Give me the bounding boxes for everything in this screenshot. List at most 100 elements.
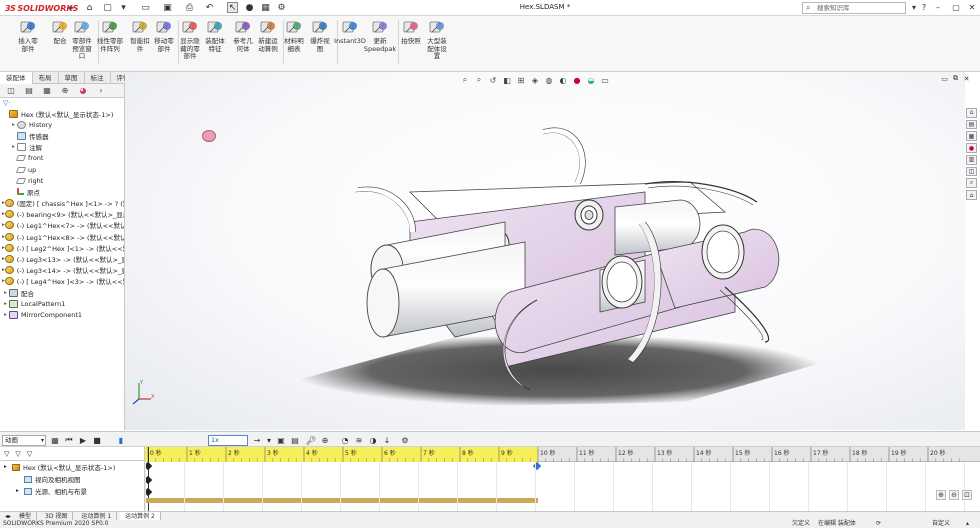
status-expand-icon[interactable]: ▴ xyxy=(966,520,969,528)
large-assembly-button[interactable]: 大型装 配体设 置 xyxy=(421,18,453,61)
study-type-select[interactable]: 动画 ▾ xyxy=(2,435,46,446)
tree-item[interactable]: ▸ (-) Leg1^Hex<8> -> (默认<<默认 xyxy=(0,231,124,242)
maximize-icon[interactable]: ▢ xyxy=(950,1,962,14)
save-animation-icon[interactable]: ▣ xyxy=(276,435,286,445)
close-icon[interactable]: ✕ xyxy=(966,1,978,14)
doc-close-icon[interactable]: ✕ xyxy=(962,74,971,83)
motor-icon[interactable]: ◔ xyxy=(340,435,350,445)
filter-selected-icon[interactable]: ▽ xyxy=(27,450,32,458)
custom-properties-icon[interactable]: ▥ xyxy=(966,154,977,165)
tree-item[interactable]: ▸ LocalPattern1 xyxy=(0,298,124,309)
tree-item[interactable]: ▸ (固定) [ chassis^Hex ]<1> -> ? (默 xyxy=(0,198,124,209)
expand-arrow-icon[interactable]: ▸ xyxy=(2,301,9,307)
spring-icon[interactable]: ≋ xyxy=(354,435,364,445)
filter-animated-icon[interactable]: ▽ xyxy=(4,450,9,458)
solidworks-resources-icon[interactable]: ⌂ xyxy=(966,108,977,118)
expand-arrow-icon[interactable]: ▸ xyxy=(4,464,12,470)
tab-1[interactable]: 布局 xyxy=(33,72,59,84)
tree-item-label: (-) Leg1^Hex<7> -> (默认<<默认 xyxy=(16,222,125,231)
tab-3[interactable]: 标注 xyxy=(85,72,111,84)
zoom-in-icon[interactable]: ⊕ xyxy=(936,490,946,500)
instant3d-button[interactable]: Instant3D xyxy=(334,18,366,46)
tree-item[interactable]: ▸ (-) Leg1^Hex<7> -> (默认<<默认 xyxy=(0,220,124,231)
file-explorer-icon[interactable]: ▦ xyxy=(966,131,977,142)
dimxpert-tab-icon[interactable]: ⊕ xyxy=(58,85,72,96)
tree-item[interactable]: front xyxy=(0,153,124,164)
tree-item[interactable]: ▸ 注解 xyxy=(0,142,124,153)
status-units[interactable]: 自定义 xyxy=(932,520,950,528)
expand-arrow-icon[interactable]: ▸ xyxy=(10,144,17,150)
tree-item[interactable]: ▸ MirrorComponent1 xyxy=(0,309,124,320)
property-manager-tab-icon[interactable]: ▤ xyxy=(22,85,36,96)
minimize-icon[interactable]: – xyxy=(932,1,944,14)
panel-expand-icon[interactable]: › xyxy=(94,85,108,96)
command-label: 显示隐 藏的零 部件 xyxy=(180,37,200,60)
stop-icon[interactable]: ■ xyxy=(92,435,102,445)
playback-slider-icon[interactable]: ▮ xyxy=(116,435,126,445)
tree-item[interactable]: 传感器 xyxy=(0,130,124,141)
expand-arrow-icon[interactable]: ▸ xyxy=(2,290,9,296)
playback-loop-icon[interactable]: ▾ xyxy=(264,435,274,445)
timeline-ruler[interactable]: 0 秒 1 秒 2 秒 3 秒 4 秒 5 秒 6 秒 7 秒 8 秒 9 秒 10 秒 11 秒 12… xyxy=(145,447,980,462)
zoom-out-icon[interactable]: ⊖ xyxy=(949,490,959,500)
linear-pattern-button[interactable]: 线性零部 件阵列 xyxy=(94,18,126,53)
filter-driving-icon[interactable]: ▽ xyxy=(15,450,20,458)
tree-item-label: History xyxy=(29,120,53,129)
configuration-manager-tab-icon[interactable]: ▦ xyxy=(40,85,54,96)
help-icon[interactable]: ? xyxy=(918,1,930,14)
tree-item[interactable]: ▸ (-) [ Leg2^Hex ]<1> -> (默认<<默 xyxy=(0,242,124,253)
tree-item[interactable]: ▸ (-) Leg3<13> -> (默认<<默认>_显 xyxy=(0,253,124,264)
gravity-icon[interactable]: ↓ xyxy=(382,435,392,445)
tree-item[interactable]: Hex (默认<默认_显示状态-1>) xyxy=(0,108,124,119)
tab-nav-left-icon[interactable]: ◂▸ xyxy=(5,513,11,520)
doc-restore-icon[interactable]: ⧉ xyxy=(951,74,960,83)
graphics-area[interactable]: ⌕ ⌕ ↺ ◧ ⊞ ◈ ◍ ◐ ● ◒ ▭ Y X xyxy=(125,72,965,430)
status-rebuild-icon[interactable]: ⟳ xyxy=(876,520,881,528)
tree-item-label: front xyxy=(28,154,44,163)
tree-item[interactable]: up xyxy=(0,164,124,175)
new-motion-study-icon xyxy=(259,18,277,36)
motion-tree-item[interactable]: ▸ Hex (默认<默认_显示状态-1>) xyxy=(0,461,144,473)
motion-study-properties-icon[interactable]: ⚙ xyxy=(400,435,410,445)
design-library-icon[interactable]: ▤ xyxy=(966,119,977,130)
feature-tree-tab-icon[interactable]: ◫ xyxy=(4,85,18,96)
tree-item[interactable]: right xyxy=(0,175,124,186)
exploded-view-button[interactable]: 爆炸视 图 xyxy=(304,18,336,53)
search-pane-icon[interactable]: ⌕ xyxy=(966,178,977,189)
expand-arrow-icon[interactable]: ▸ xyxy=(10,122,17,128)
tree-item[interactable]: ▸ History xyxy=(0,119,124,130)
tab-0[interactable]: 装配体 xyxy=(0,72,33,84)
motion-tree-item[interactable]: 视向及相机视图 xyxy=(0,473,144,485)
tree-item[interactable]: ▸ (-) [ Leg4^Hex ]<3> -> (默认<<默 xyxy=(0,276,124,287)
autokey-icon[interactable]: 🔑︎ xyxy=(306,435,316,445)
tree-item[interactable]: ▸ 配合 xyxy=(0,287,124,298)
home-pane-icon[interactable]: ⌂ xyxy=(966,190,977,201)
display-manager-tab-icon[interactable]: ◕ xyxy=(76,85,90,96)
insert-components-button[interactable]: 插入零 部件 xyxy=(12,18,44,53)
calculate-icon[interactable]: ▦ xyxy=(50,435,60,445)
zoom-fit-icon[interactable]: ⊡ xyxy=(962,490,972,500)
forum-icon[interactable]: ◫ xyxy=(966,166,977,177)
tree-filter[interactable]: ▽· xyxy=(0,98,124,108)
play-from-start-icon[interactable]: ⏮ xyxy=(64,435,74,445)
playback-speed-select[interactable]: 1x xyxy=(208,435,248,446)
tab-2[interactable]: 草图 xyxy=(59,72,85,84)
tree-item[interactable]: ▸ (-) bearing<9> (默认<<默认>_显示 xyxy=(0,209,124,220)
expand-arrow-icon[interactable]: ▸ xyxy=(2,312,9,318)
add-key-icon[interactable]: ⊕ xyxy=(320,435,330,445)
tree-item[interactable]: 原点 xyxy=(0,186,124,197)
appearances-icon[interactable]: ● xyxy=(966,143,977,153)
play-icon[interactable]: ▶ xyxy=(78,435,88,445)
doc-minimize-icon[interactable]: ▭ xyxy=(940,74,949,83)
motion-tree-item[interactable]: ▸ 光源、相机与布景 xyxy=(0,485,144,497)
speedpak-button[interactable]: 更新 Speedpak xyxy=(364,18,396,53)
search-input[interactable]: ⌕ 搜索知识库 xyxy=(802,2,906,14)
contact-icon[interactable]: ◑ xyxy=(368,435,378,445)
expand-arrow-icon[interactable]: ▸ xyxy=(16,488,24,494)
playback-mode-icon[interactable]: → xyxy=(252,435,262,445)
tree-item[interactable]: ▸ (-) Leg3<14> -> (默认<<默认>_显 xyxy=(0,265,124,276)
motion-timeline[interactable]: 0 秒 1 秒 2 秒 3 秒 4 秒 5 秒 6 秒 7 秒 8 秒 9 秒 10 秒 11 秒 12… xyxy=(145,447,980,511)
animation-wizard-icon[interactable]: ▤ xyxy=(290,435,300,445)
motion-manager-toolbar: 动画 ▾ ▦ ⏮ ▶ ■ ▮ 1x → ▾ ▣ ▤ 🔑︎ ⊕ ◔ ≋ ◑ ↓ ⚙ xyxy=(0,431,980,447)
hex-robot-model[interactable] xyxy=(125,72,965,430)
